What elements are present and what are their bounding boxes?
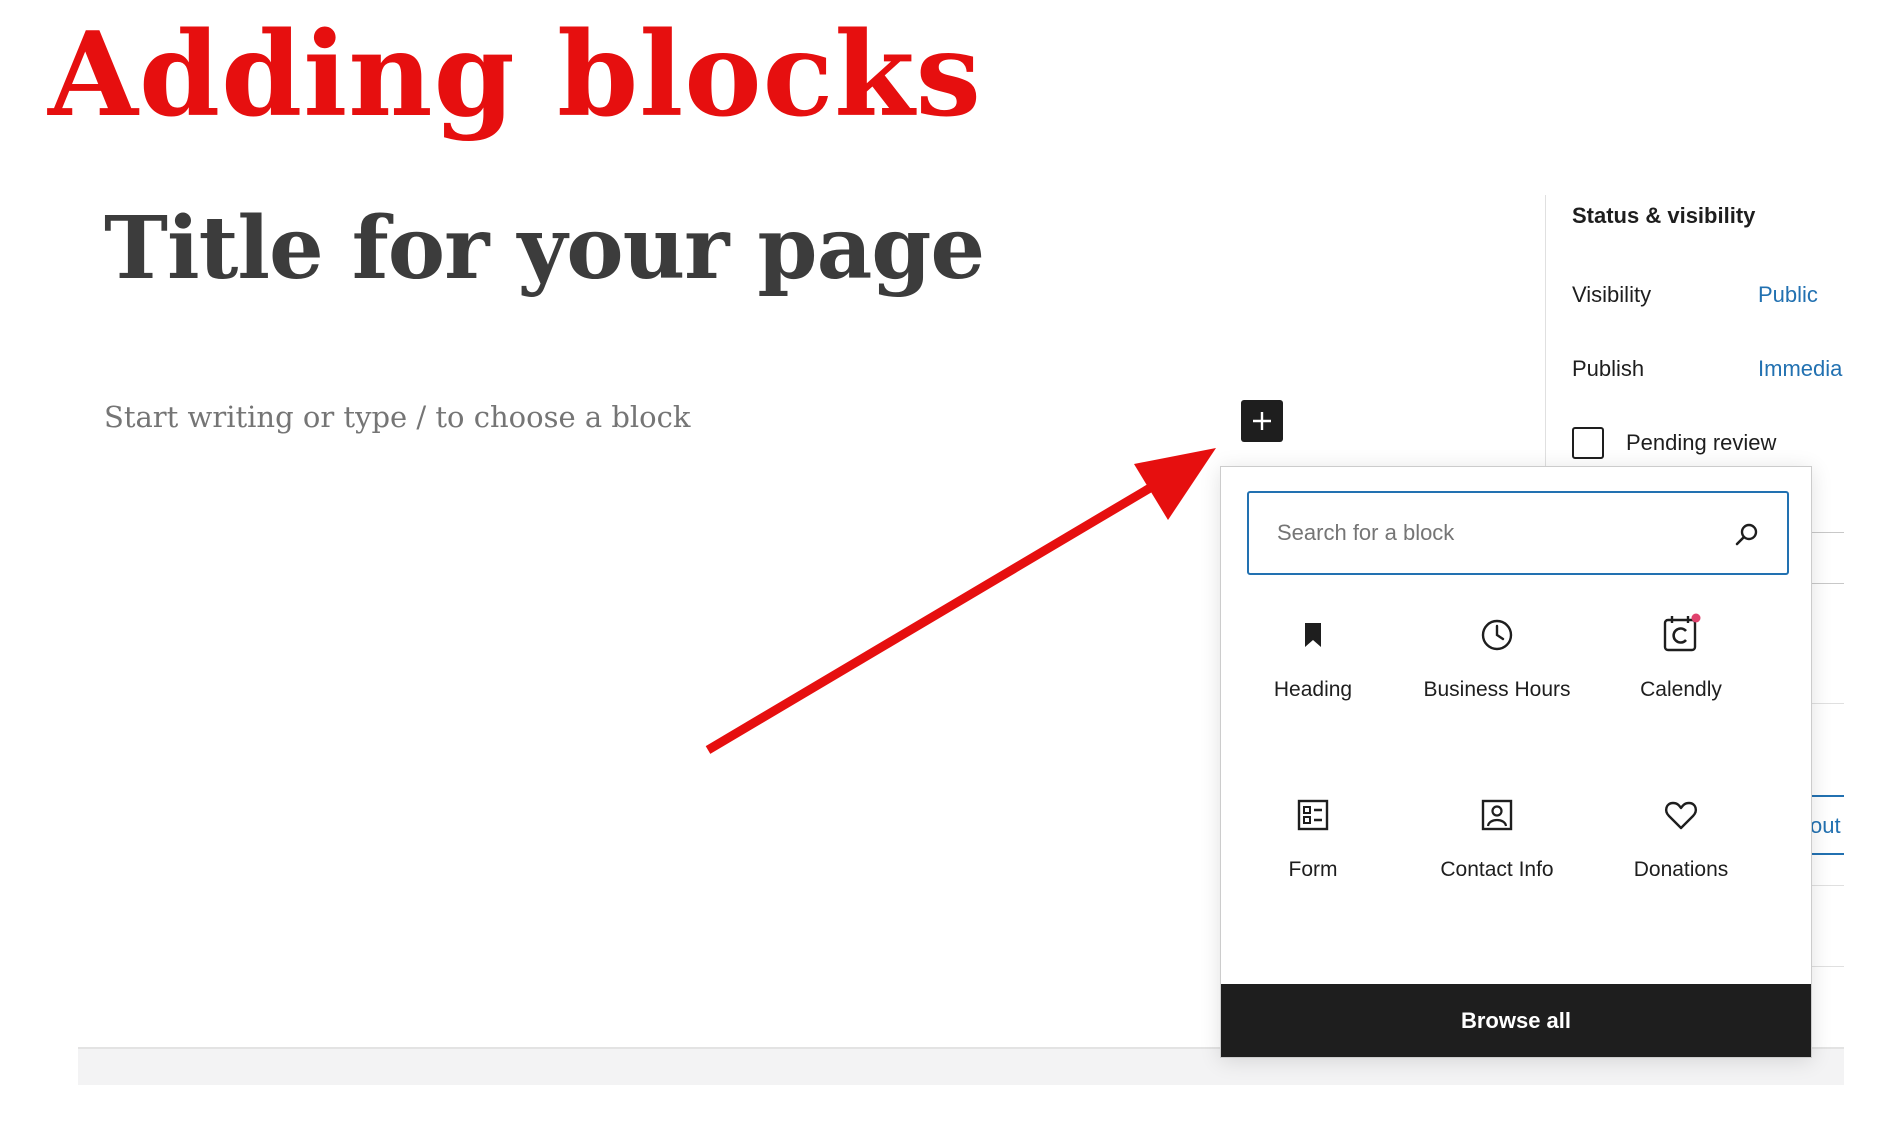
sidebar-divider [1810, 583, 1844, 584]
plus-icon [1253, 412, 1271, 430]
sidebar-section-title[interactable]: Status & visibility [1572, 203, 1755, 229]
block-item-label: Heading [1273, 678, 1353, 701]
visibility-label: Visibility [1572, 282, 1652, 307]
block-item-label: Calendly [1640, 678, 1722, 701]
form-icon [1297, 799, 1329, 831]
block-item-heading[interactable]: Heading [1221, 617, 1405, 757]
block-item-donations[interactable]: Donations [1589, 797, 1773, 937]
browse-all-button[interactable]: Browse all [1221, 984, 1811, 1057]
sidebar-divider [1810, 532, 1844, 533]
bookmark-icon [1305, 623, 1321, 647]
sidebar-button-border [1810, 853, 1844, 855]
clock-icon [1481, 619, 1513, 651]
pending-review-label: Pending review [1626, 430, 1777, 455]
block-item-label: Business Hours [1423, 678, 1571, 701]
block-item-label: Donations [1633, 858, 1729, 881]
block-search-field[interactable] [1247, 491, 1789, 575]
pending-review-checkbox[interactable] [1572, 427, 1604, 459]
block-item-contact-info[interactable]: Contact Info [1405, 797, 1589, 937]
publish-value-link[interactable]: Immedia [1758, 356, 1846, 382]
sidebar-divider [1810, 703, 1844, 704]
contact-info-icon [1481, 799, 1513, 831]
annotation-heading: Adding blocks [48, 7, 982, 143]
sidebar-partial-link[interactable]: out [1810, 813, 1841, 839]
sidebar-button-border [1810, 795, 1844, 797]
block-item-calendly[interactable]: Calendly [1589, 613, 1773, 757]
page-title[interactable]: Title for your page [104, 198, 985, 299]
heart-icon [1665, 801, 1697, 830]
block-inserter-toggle-button[interactable] [1241, 400, 1283, 442]
block-placeholder[interactable]: Start writing or type / to choose a bloc… [104, 400, 690, 434]
block-search-input[interactable] [1277, 513, 1717, 553]
block-inserter-popover: Heading Business Hours Calendly [1220, 466, 1812, 1058]
sidebar-divider [1810, 885, 1844, 886]
visibility-value-link[interactable]: Public [1758, 282, 1818, 308]
search-icon[interactable] [1733, 521, 1761, 549]
block-item-form[interactable]: Form [1221, 797, 1405, 937]
calendly-icon [1663, 613, 1701, 652]
publish-label: Publish [1572, 356, 1645, 381]
block-item-label: Form [1288, 858, 1338, 881]
block-item-business-hours[interactable]: Business Hours [1405, 617, 1589, 757]
sidebar-divider [1810, 966, 1844, 967]
block-item-label: Contact Info [1440, 858, 1554, 881]
